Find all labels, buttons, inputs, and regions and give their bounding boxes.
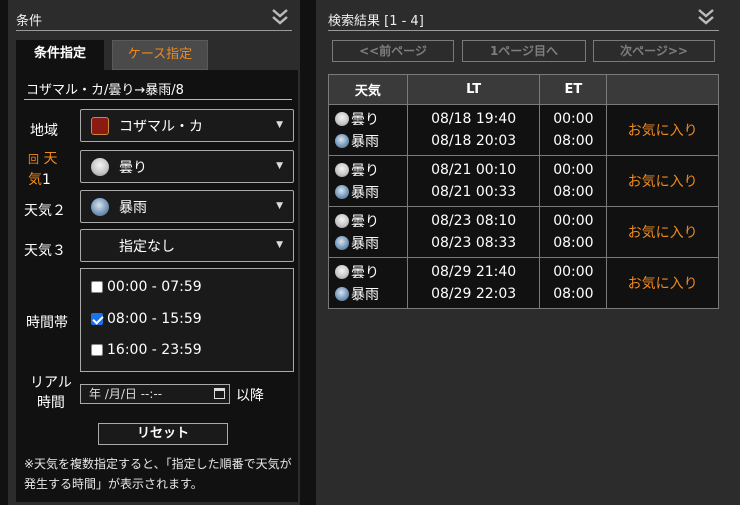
real-time-label: リアル 時間	[30, 375, 72, 411]
weather3-label: 天気３	[24, 243, 66, 259]
zone-select[interactable]: コザマル・カ ▼	[80, 109, 294, 142]
results-panel: 検索結果 [1 - 4] <<前ページ 1ページ目へ 次ページ>> 天気 LT …	[316, 0, 740, 505]
favorite-link[interactable]: お気に入り	[606, 155, 719, 207]
weather3-select-value: 指定なし	[119, 239, 175, 255]
header-divider	[16, 30, 292, 31]
cloud-icon	[335, 265, 349, 279]
weather3-select[interactable]: 指定なし ▼	[80, 229, 294, 262]
calendar-icon[interactable]	[214, 388, 225, 399]
first-page-button[interactable]: 1ページ目へ	[462, 40, 586, 62]
table-row: 曇り 暴雨 08/21 00:10 08/21 00:33 00:00 08:00 …	[328, 155, 719, 207]
rain-icon	[335, 287, 349, 301]
time-slot-box: 00:00 - 07:59 08:00 - 15:59 16:00 - 23:5…	[80, 268, 294, 372]
next-page-button[interactable]: 次ページ>>	[593, 40, 715, 62]
rain-icon	[91, 198, 109, 216]
results-title: 検索結果 [1 - 4]	[328, 14, 424, 29]
cloud-icon	[91, 158, 109, 176]
time-slot-1[interactable]: 08:00 - 15:59	[91, 311, 202, 327]
col-weather: 天気	[328, 74, 408, 105]
header-divider	[328, 30, 719, 31]
condition-summary: コザマル・カ/曇り→暴雨/8	[26, 83, 184, 98]
favorite-link[interactable]: お気に入り	[606, 257, 719, 309]
tab-case[interactable]: ケース指定	[112, 40, 208, 70]
time-slot-0[interactable]: 00:00 - 07:59	[91, 279, 202, 295]
prev-page-button[interactable]: <<前ページ	[332, 40, 454, 62]
caret-down-icon: ▼	[276, 240, 283, 250]
help-note: ※天気を複数指定すると、「指定した順番で天気が発生する時間」が表示されます。	[24, 457, 292, 491]
weather2-label: 天気２	[24, 203, 66, 219]
zone-select-value: コザマル・カ	[119, 119, 203, 135]
favorite-link[interactable]: お気に入り	[606, 206, 719, 258]
cloud-icon	[335, 214, 349, 228]
reset-button[interactable]: リセット	[98, 423, 228, 445]
col-lt: LT	[406, 74, 541, 105]
summary-divider	[24, 99, 292, 100]
weather1-select-value: 曇り	[119, 160, 147, 176]
checkbox[interactable]	[91, 281, 103, 293]
caret-down-icon: ▼	[276, 161, 283, 171]
checkbox-checked[interactable]	[91, 313, 103, 325]
weather2-select-value: 暴雨	[119, 200, 147, 216]
table-row: 曇り 暴雨 08/23 08:10 08/23 08:33 00:00 08:00 …	[328, 206, 719, 258]
tab-condition[interactable]: 条件指定	[16, 40, 104, 70]
time-slot-2[interactable]: 16:00 - 23:59	[91, 342, 202, 358]
rain-icon	[335, 134, 349, 148]
real-time-input[interactable]: 年 /月/日 --:--	[80, 384, 230, 404]
remove-mark-icon[interactable]: 回	[28, 153, 39, 166]
conditions-title: 条件	[16, 14, 43, 29]
caret-down-icon: ▼	[276, 120, 283, 130]
favorite-link[interactable]: お気に入り	[606, 104, 719, 156]
col-action	[606, 74, 719, 105]
collapse-chevron-icon[interactable]	[272, 8, 290, 28]
results-table: 天気 LT ET 曇り 暴雨 08/18 19:40 08/18 20:03 00…	[328, 74, 719, 309]
zone-emblem-icon	[91, 117, 109, 135]
cloud-icon	[335, 112, 349, 126]
table-row: 曇り 暴雨 08/18 19:40 08/18 20:03 00:00 08:00 …	[328, 104, 719, 156]
caret-down-icon: ▼	[276, 201, 283, 211]
rain-icon	[335, 185, 349, 199]
date-placeholder: 年 /月/日 --:--	[89, 387, 163, 401]
checkbox[interactable]	[91, 344, 103, 356]
weather2-select[interactable]: 暴雨 ▼	[80, 190, 294, 223]
real-time-suffix: 以降	[236, 388, 264, 404]
rain-icon	[335, 236, 349, 250]
col-et: ET	[539, 74, 608, 105]
conditions-panel: 条件 条件指定 ケース指定 コザマル・カ/曇り→暴雨/8 地域 コザマル・カ ▼…	[8, 0, 300, 505]
condition-form: コザマル・カ/曇り→暴雨/8 地域 コザマル・カ ▼ 回 天 気1 曇り ▼ 天…	[16, 70, 298, 502]
zone-label: 地域	[30, 123, 58, 139]
time-slot-label: 時間帯	[26, 315, 68, 331]
collapse-chevron-icon[interactable]	[698, 8, 716, 28]
table-row: 曇り 暴雨 08/29 21:40 08/29 22:03 00:00 08:00 …	[328, 257, 719, 309]
weather1-label: 回 天 気1	[28, 151, 58, 188]
weather1-select[interactable]: 曇り ▼	[80, 150, 294, 183]
cloud-icon	[335, 163, 349, 177]
